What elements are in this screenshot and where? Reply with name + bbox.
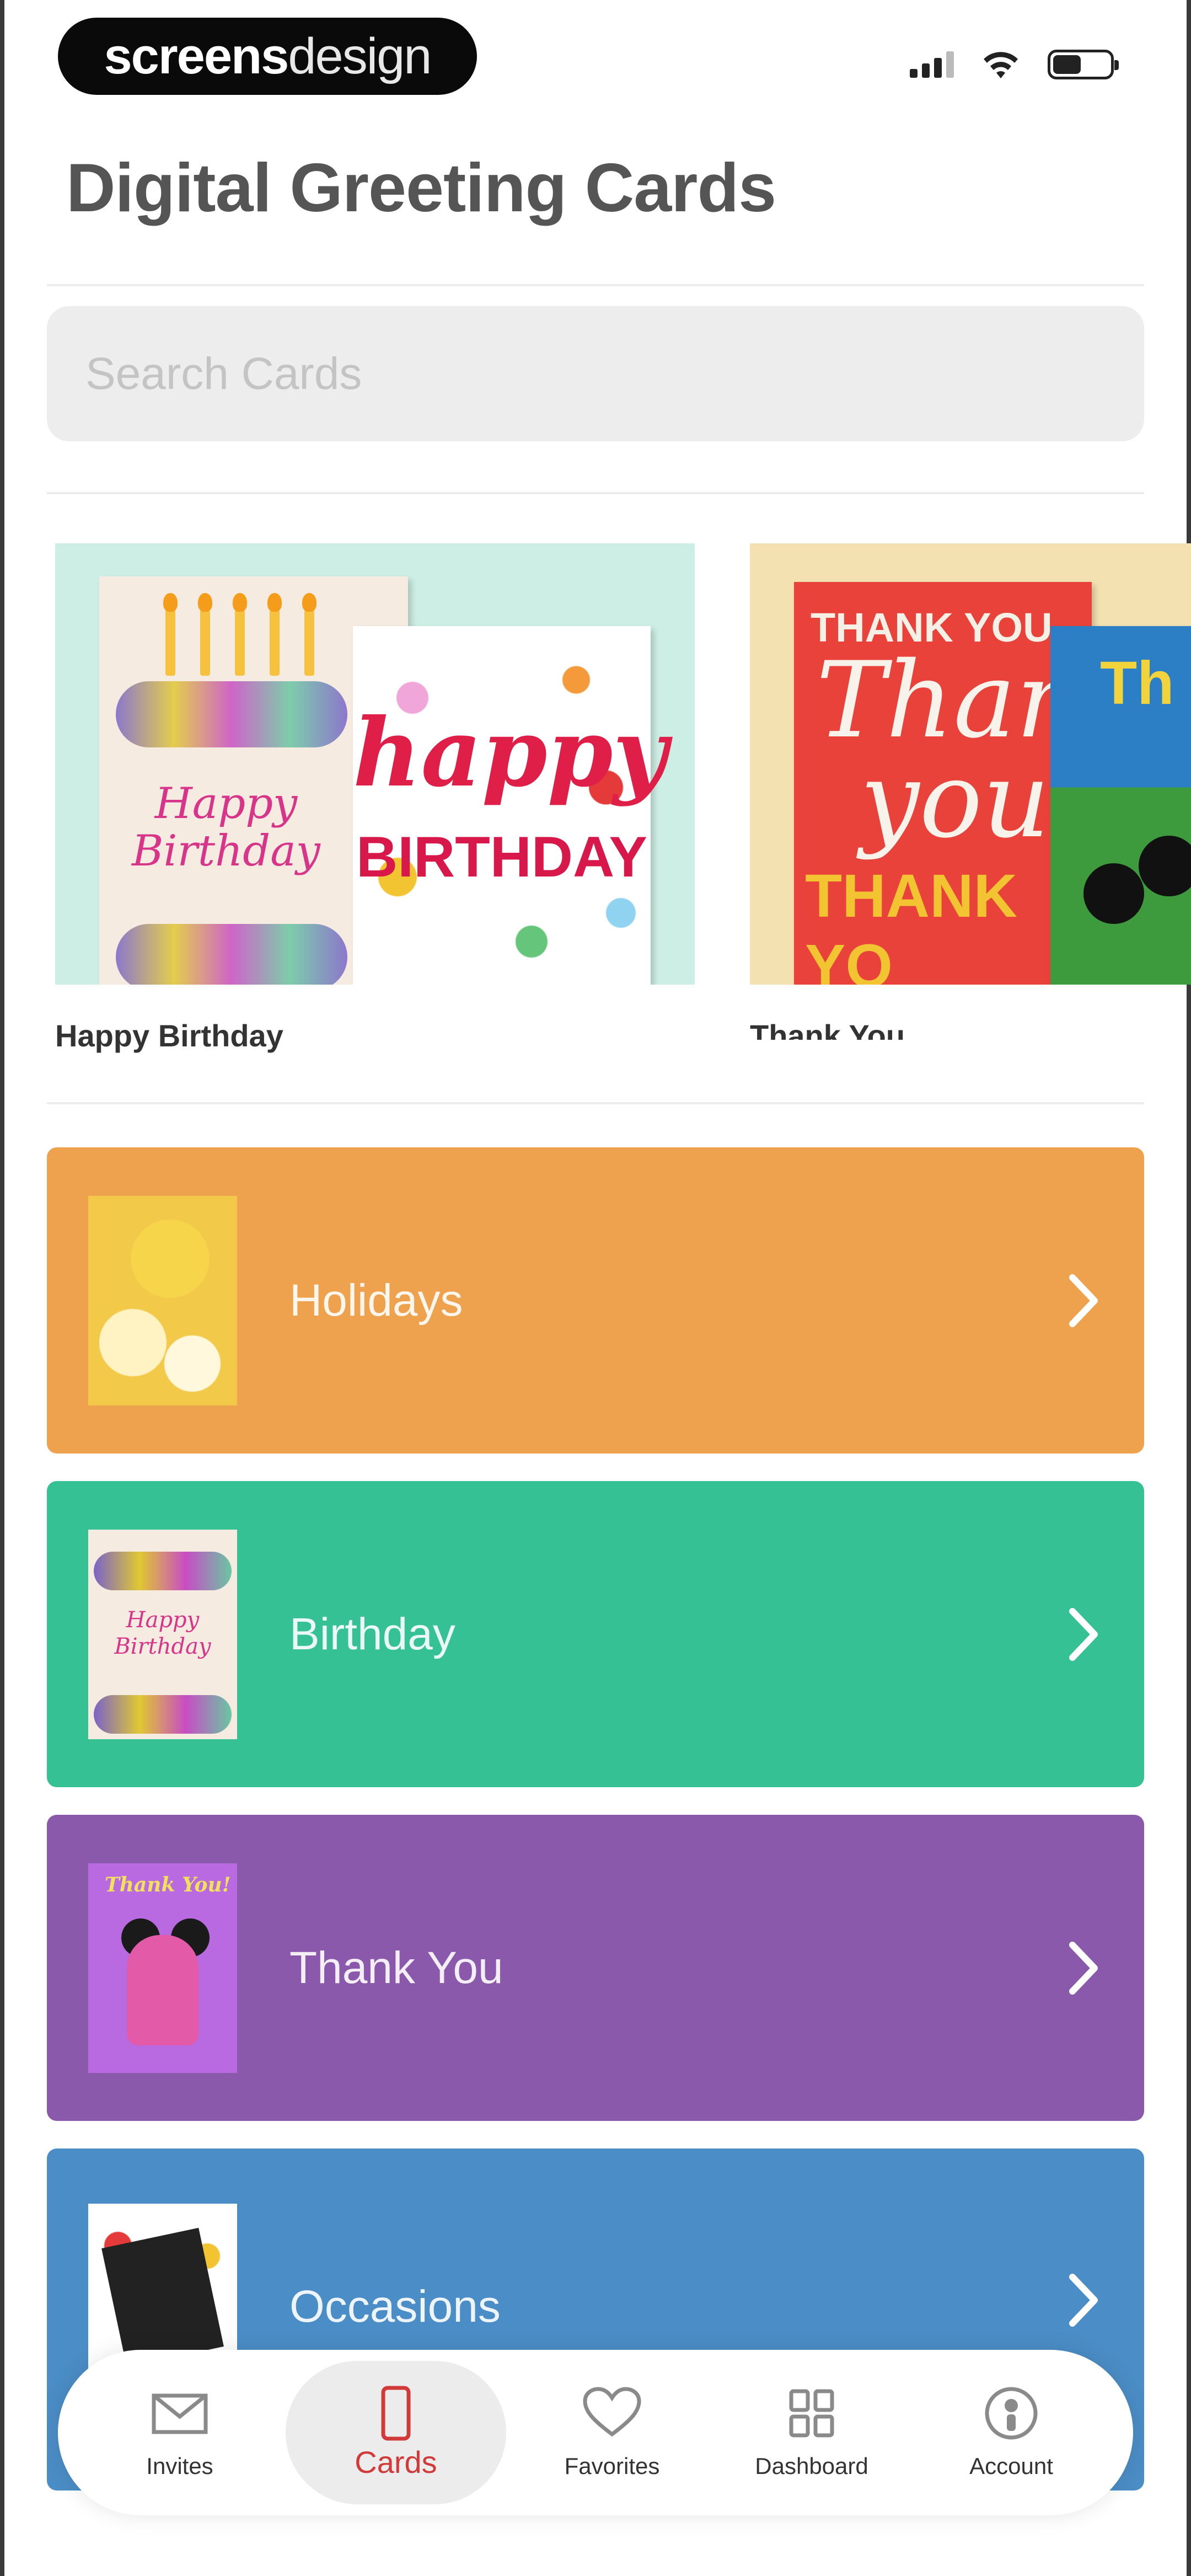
tab-label: Dashboard bbox=[755, 2453, 868, 2479]
category-label: Thank You bbox=[289, 1942, 503, 1993]
tab-cards[interactable]: Cards bbox=[286, 2361, 506, 2504]
featured-thumb-birthday: Happy Birthday happy BIRTHDAY bbox=[55, 543, 695, 985]
chevron-right-icon bbox=[1061, 2270, 1106, 2331]
happy-birthday-card-image: happy BIRTHDAY bbox=[353, 626, 668, 985]
page-title: Digital Greeting Cards bbox=[66, 150, 776, 226]
wifi-icon bbox=[984, 52, 1018, 78]
category-label: Holidays bbox=[289, 1275, 463, 1326]
mickey-card-title: Th Yo bbox=[1100, 649, 1191, 717]
brand-logo-light: design bbox=[288, 28, 432, 84]
tab-dashboard[interactable]: Dashboard bbox=[718, 2361, 905, 2504]
tab-label: Account bbox=[969, 2453, 1053, 2479]
chevron-right-icon bbox=[1061, 1938, 1106, 1998]
birthday-card-block: BIRTHDAY bbox=[356, 825, 647, 889]
featured-label: Happy Birthday bbox=[55, 1018, 283, 1053]
mickey-card-image: Th Yo bbox=[1050, 626, 1191, 985]
brand-logo-bold: screens bbox=[104, 28, 289, 84]
featured-divider bbox=[47, 1102, 1144, 1104]
thank-you-card-script-1: Thank bbox=[816, 639, 1147, 761]
status-icons bbox=[910, 50, 1119, 79]
search-divider bbox=[47, 492, 1144, 494]
featured-card-happy-birthday[interactable]: Happy Birthday happy BIRTHDAY Happy Birt… bbox=[55, 543, 695, 1053]
grid-icon bbox=[789, 2389, 834, 2438]
birthday-card-front-text: Happy Birthday bbox=[132, 779, 320, 876]
thank-you-card-bottom: THANK YO bbox=[805, 862, 1017, 985]
battery-icon bbox=[1048, 50, 1119, 79]
tab-invites[interactable]: Invites bbox=[86, 2361, 273, 2504]
category-birthday[interactable]: Happy Birthday Birthday bbox=[47, 1481, 1144, 1787]
chevron-right-icon bbox=[1061, 1604, 1106, 1665]
category-label: Birthday bbox=[289, 1608, 455, 1659]
thank-you-thumb-text: Thank You! bbox=[105, 1873, 231, 1896]
tab-label: Favorites bbox=[564, 2453, 660, 2479]
tab-bar: Invites Cards Favorites Dashboard Accoun… bbox=[58, 2350, 1133, 2515]
tab-account[interactable]: Account bbox=[918, 2361, 1105, 2504]
chevron-right-icon bbox=[1061, 1270, 1106, 1331]
category-holidays[interactable]: Holidays bbox=[47, 1147, 1144, 1453]
birthday-card-script: happy bbox=[353, 698, 668, 808]
thank-you-thumb-image: Thank You! bbox=[88, 1863, 237, 2073]
birthday-thumb-text: Happy Birthday bbox=[114, 1607, 211, 1659]
person-icon bbox=[985, 2387, 1038, 2440]
thank-you-card-script-2: you bbox=[860, 739, 1050, 861]
birthday-thumb-image: Happy Birthday bbox=[88, 1529, 237, 1739]
envelope-icon bbox=[152, 2393, 208, 2434]
search-input[interactable] bbox=[47, 306, 1144, 441]
tab-favorites[interactable]: Favorites bbox=[518, 2361, 706, 2504]
featured-label: Thank You bbox=[750, 1018, 905, 1040]
phone-card-icon bbox=[381, 2386, 411, 2440]
thank-you-card-image: THANK YOU Thank you THANK YO bbox=[794, 582, 1147, 985]
featured-card-thank-you[interactable]: THANK YOU Thank you THANK YO Th Yo Thank… bbox=[750, 543, 1191, 1040]
heart-icon bbox=[583, 2387, 641, 2437]
category-label: Occasions bbox=[289, 2281, 501, 2332]
tab-label: Invites bbox=[146, 2453, 213, 2479]
tab-label: Cards bbox=[355, 2444, 437, 2479]
featured-thumb-thank-you: THANK YOU Thank you THANK YO Th Yo bbox=[750, 543, 1191, 985]
holidays-thumb-image bbox=[88, 1195, 237, 1405]
brand-logo: screens design bbox=[58, 18, 477, 95]
status-bar: screens design bbox=[0, 0, 1191, 127]
category-thank-you[interactable]: Thank You! Thank You bbox=[47, 1815, 1144, 2121]
cellular-signal-icon bbox=[910, 51, 954, 78]
header-divider bbox=[47, 284, 1144, 286]
